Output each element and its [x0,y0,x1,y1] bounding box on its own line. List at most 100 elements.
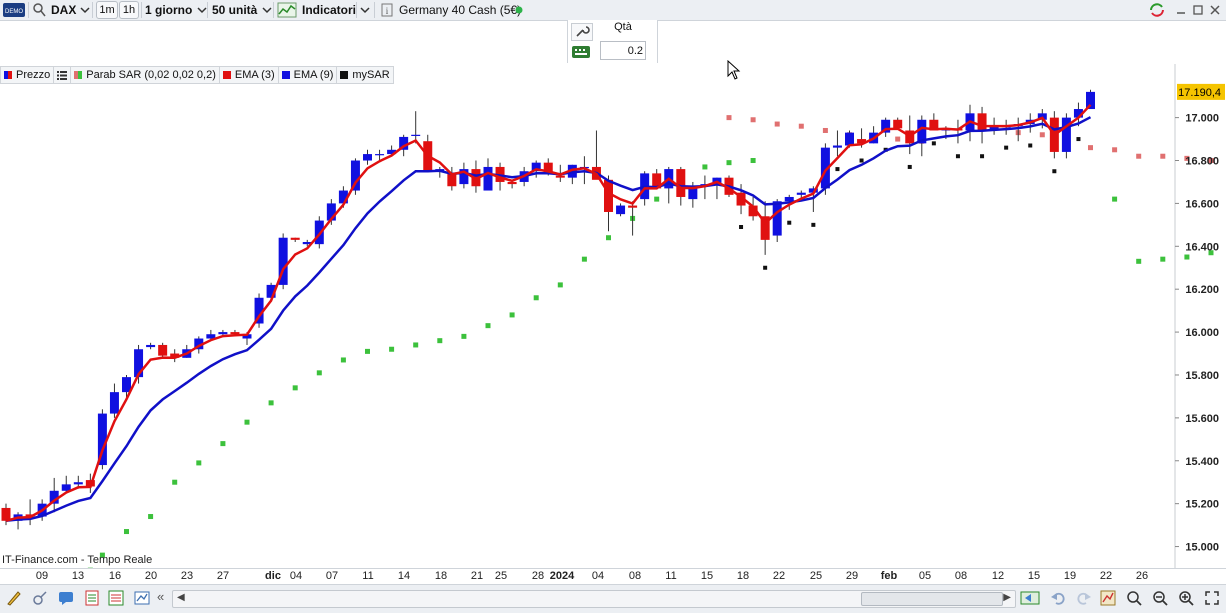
qty-input[interactable]: 0.2 [600,41,646,60]
go-to-end-icon[interactable] [1020,590,1040,606]
interval-1h-button[interactable]: 1h [119,1,139,19]
maximize-icon[interactable] [1192,0,1204,20]
legend-ema9[interactable]: EMA (9) [279,67,338,83]
candle-body [893,120,902,129]
indicators-label: Indicatori [302,3,356,17]
y-tick-label: 16.400 [1185,241,1219,253]
x-tick-label: 25 [810,570,822,582]
mysar-point [908,165,912,169]
close-icon[interactable] [1209,0,1221,20]
y-tick-label: 16.200 [1185,284,1219,296]
units-label: 50 unità [212,3,257,17]
scroll-thumb[interactable] [861,592,1003,606]
price-chart[interactable]: 15.00015.20015.40015.60015.80016.00016.2… [0,64,1226,568]
units-dropdown[interactable]: 50 unità [212,0,272,20]
symbol-search-icon[interactable] [32,0,46,20]
parab-sar-point [823,128,828,133]
interval-1m-button[interactable]: 1m [96,1,118,19]
candle-body [411,135,420,136]
layout-icon[interactable] [108,590,124,606]
y-tick-label: 17.000 [1185,113,1219,125]
scroll-left-icon[interactable]: ◀ [177,592,185,603]
parab-sar-point [269,400,274,405]
indicators-dropdown[interactable] [360,0,370,20]
y-tick-label: 15.200 [1185,499,1219,511]
mysar-point [763,266,767,270]
parab-sar-point [245,420,250,425]
parab-sar-point [775,122,780,127]
parab-sar-point [389,347,394,352]
mysar-point [787,221,791,225]
x-tick-label: 2024 [550,570,574,582]
indicator-settings-icon[interactable] [1100,590,1116,606]
chart-window-icon[interactable] [134,590,150,606]
x-tick-label: dic [265,570,281,582]
legend-ema3[interactable]: EMA (3) [220,67,279,83]
legend-price[interactable]: Prezzo [1,67,54,83]
x-tick-label: 09 [36,570,48,582]
zoom-fit-icon[interactable] [1126,590,1142,606]
price-swatch [4,71,12,79]
candle-body [688,188,697,199]
candle-body [833,145,842,147]
candle-body [773,201,782,235]
watermark: IT-Finance.com - Tempo Reale [2,554,152,566]
mysar-point [1004,146,1008,150]
candle-body [291,238,300,240]
legend-list-icon[interactable] [54,67,71,83]
instrument-name: Germany 40 Cash (5€) [399,0,521,20]
expand-icon[interactable] [1204,590,1220,606]
minimize-icon[interactable] [1175,0,1187,20]
x-tick-label: 07 [326,570,338,582]
candle-body [785,197,794,201]
candle-body [508,182,517,184]
indicators-button[interactable]: Indicatori [277,0,356,20]
parab-sar-point [654,197,659,202]
candle-body [845,133,854,146]
legend-mysar[interactable]: mySAR [337,67,392,83]
x-axis: 091316202327dic0407111418212528202404081… [0,568,1226,585]
candle-body [484,167,493,191]
info-icon[interactable]: i [381,0,393,20]
wrench-icon[interactable] [571,23,593,41]
candle-body [363,154,372,160]
x-tick-label: 15 [701,570,713,582]
chart-scrollbar[interactable]: ◀ ▶ [172,590,1016,608]
candle-body [628,206,637,208]
ema3-swatch [223,71,231,79]
refresh-icon[interactable] [1147,0,1167,20]
y-tick-label: 16.600 [1185,198,1219,210]
period-label: 1 giorno [145,3,192,17]
redo-icon[interactable] [1076,590,1092,606]
drawing-pencil-icon[interactable] [6,590,22,606]
x-tick-label: feb [881,570,898,582]
parab-sar-point [1112,197,1117,202]
mysar-point [835,167,839,171]
legend-parab-sar[interactable]: Parab SAR (0,02 0,02 0,2) [71,67,220,83]
zoom-in-icon[interactable] [1178,590,1194,606]
undo-icon[interactable] [1050,590,1066,606]
period-dropdown[interactable]: 1 giorno [145,0,207,20]
mysar-point [932,141,936,145]
x-tick-label: 05 [919,570,931,582]
scroll-right-icon[interactable]: ▶ [1003,592,1011,603]
y-tick-label: 15.000 [1185,542,1219,554]
mysar-point [739,225,743,229]
tools-icon[interactable] [32,590,48,606]
candle-body [616,206,625,215]
parab-sar-point [124,529,129,534]
keypad-icon[interactable] [571,45,591,59]
symbol-dropdown[interactable]: DAX [51,0,90,20]
parab-sar-point [1160,154,1165,159]
zoom-out-icon[interactable] [1152,590,1168,606]
collapse-double-left-icon[interactable]: « [157,589,164,604]
indicator-legend: Prezzo Parab SAR (0,02 0,02 0,2) EMA (3)… [0,66,394,84]
candle-body [218,332,227,334]
candle-body [556,176,565,178]
chart-canvas: 15.00015.20015.40015.60015.80016.00016.2… [0,64,1226,568]
x-tick-label: 28 [532,570,544,582]
svg-text:DEMO: DEMO [5,9,23,15]
comment-icon[interactable] [58,590,74,606]
report-icon[interactable] [84,590,100,606]
mysar-point [1052,169,1056,173]
